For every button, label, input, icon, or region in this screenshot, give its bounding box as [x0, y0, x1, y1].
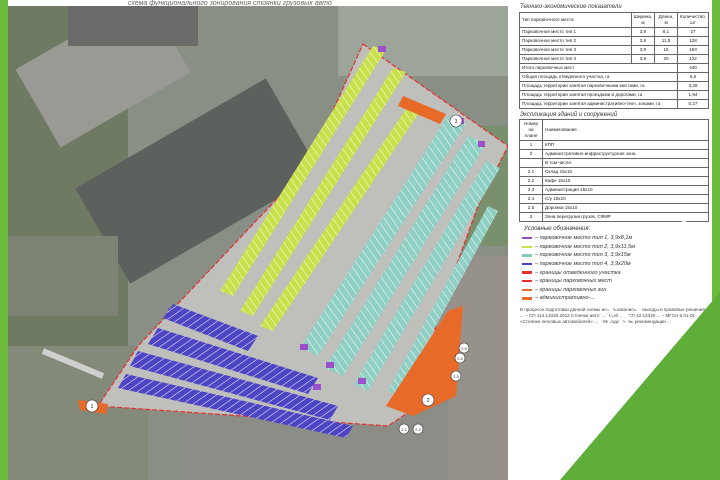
tep-header-length: Длина, м	[654, 12, 679, 28]
table-cell: 20	[654, 54, 679, 64]
table-row: В том числе:	[519, 158, 709, 168]
marker-2-5: 2.5	[461, 346, 467, 351]
table-cell: Дорожка 15х10	[542, 203, 709, 213]
table-cell: 2	[519, 149, 543, 159]
summary-row: Итого парковочных мест 440	[518, 63, 709, 73]
tep-table: Тип парковочного места Ширина, м Длина, …	[518, 12, 709, 109]
summary-label: Площадь территории занятая административ…	[518, 99, 679, 109]
legend-swatch	[522, 280, 532, 283]
tep-header-type: Тип парковочного места	[519, 12, 632, 28]
table-cell: Администрация 15х10	[542, 185, 709, 195]
table-row: Парковочное место тип 1 3,9 8,1 27	[519, 27, 709, 37]
table-cell: 2.4	[519, 194, 543, 204]
summary-value: 440	[677, 63, 709, 73]
table-cell: КПП	[542, 140, 709, 150]
legend-item: – парковочное место тип 3, 3,9х15м	[516, 251, 712, 260]
summary-row: Площадь территории занятая парковочными …	[518, 81, 709, 91]
legend-label: – границы отведенного участка	[535, 269, 621, 276]
summary-row: Общая площадь отведенного участка, га 5,5	[518, 72, 709, 82]
marker-2-2: 2.2	[415, 427, 421, 432]
legend-swatch	[522, 262, 532, 266]
marker-2-3: 2.3	[453, 374, 459, 379]
table-cell: Парковочное место тип 3	[519, 45, 632, 55]
tep-header-width: Ширина, м	[630, 12, 656, 28]
buildings-table: Номер на плане Наименование 1 КПП 2 Админис…	[519, 119, 709, 222]
summary-value: 3,29	[677, 81, 709, 91]
table-row: 2.3 Администрация 15х10	[519, 185, 709, 195]
table-row: 2 Административно-инфраструктурная зона	[519, 149, 709, 159]
site-plan-svg: 3 1 2 2.1 2.2 2.3 2.4 2.5	[8, 6, 508, 480]
table-cell: Парковочное место тип 2	[519, 36, 632, 46]
buildings-header-num: Номер на плане	[519, 119, 543, 141]
legend-label: – парковочное место тип 3, 3,9х15м	[535, 252, 631, 259]
summary-value: 0,27	[677, 99, 709, 109]
legend-label: – границы парковочных мест	[535, 278, 612, 285]
summary-label: Площадь территории занятая парковочными …	[518, 81, 679, 91]
table-cell: 163	[677, 45, 709, 55]
table-cell: 122	[677, 54, 709, 64]
table-cell: Административно-инфраструктурная зона	[542, 149, 709, 159]
table-cell: 2.2	[519, 176, 543, 186]
table-row: Парковочное место тип 4 3,9 20 122	[519, 54, 709, 64]
legend-item: – парковочное место тип 4, 3,9х20м	[516, 260, 712, 269]
table-row: 2.1 Склад 15х10	[519, 167, 709, 177]
table-cell: Склад 15х10	[542, 167, 709, 177]
legend-item: – границы отведенного участка	[516, 268, 712, 277]
legend-label: – парковочное место тип 4, 3,9х20м	[535, 261, 631, 268]
marker-2-4: 2.4	[457, 356, 463, 361]
legend-swatch	[522, 254, 532, 257]
buildings-title: Экспликация зданий и сооружений	[520, 112, 618, 118]
table-row: 2.2 Кафе 15х10	[519, 176, 709, 186]
legend-item: – границы парковочных мест	[516, 277, 712, 286]
table-row: 1 КПП	[519, 140, 709, 150]
legend-swatch	[522, 237, 532, 240]
table-cell: 128	[677, 36, 709, 46]
table-row: Парковочное место тип 2 3,9 11,5 128	[519, 36, 709, 46]
table-cell: Парковочное место тип 4	[519, 54, 632, 64]
table-cell: В том числе:	[542, 158, 709, 168]
tep-header-count: Количество, шт	[677, 12, 709, 28]
table-cell	[519, 158, 543, 168]
table-row: 2.5 Дорожка 15х10	[519, 203, 709, 213]
table-cell: 3,9	[630, 36, 656, 46]
legend-swatch	[522, 288, 532, 292]
table-cell: 1	[519, 140, 543, 150]
legend-swatch	[522, 245, 532, 249]
site-plan-map[interactable]: 3 1 2 2.1 2.2 2.3 2.4 2.5	[8, 6, 508, 480]
summary-value: 5,5	[677, 72, 709, 82]
table-cell: 8,1	[654, 27, 679, 37]
buildings-header-name: Наименование	[542, 119, 709, 141]
legend-label: – парковочное место тип 2, 3,9х11,5м	[535, 243, 635, 250]
summary-row: Площадь территории занятая административ…	[518, 99, 709, 109]
marker-2: 2	[427, 398, 430, 404]
marker-3: 3	[455, 119, 458, 125]
table-cell: 3	[519, 212, 543, 222]
summary-row: Площадь территории занятая проездами и д…	[518, 90, 709, 100]
tep-title: Технико-экономические показатели	[520, 4, 622, 10]
table-cell: 3,9	[630, 54, 656, 64]
table-cell: С/у 15х10	[542, 194, 709, 204]
table-cell: Парковочное место тип 1	[519, 27, 632, 37]
marker-2-1: 2.1	[401, 427, 407, 432]
summary-label: Площадь территории занятая проездами и д…	[518, 90, 679, 100]
table-cell: 2.5	[519, 203, 543, 213]
table-cell: Кафе 15х10	[542, 176, 709, 186]
summary-value: 1,94	[677, 90, 709, 100]
table-row: 2.4 С/у 15х10	[519, 194, 709, 204]
marker-1: 1	[91, 404, 94, 410]
legend-swatch	[522, 271, 532, 274]
table-row: Парковочное место тип 3 3,9 15 163	[519, 45, 709, 55]
legend-label: – парковочное место тип 1, 3,9х8,1м	[535, 235, 633, 242]
table-cell: 2.3	[519, 185, 543, 195]
table-cell: 3,9	[630, 27, 656, 37]
table-cell: 15	[654, 45, 679, 55]
summary-label: Итого парковочных мест	[518, 63, 679, 73]
table-cell: 2.1	[519, 167, 543, 177]
table-cell: 3,9	[630, 45, 656, 55]
table-cell: 27	[677, 27, 709, 37]
table-cell: 11,5	[654, 36, 679, 46]
summary-label: Общая площадь отведенного участка, га	[518, 72, 679, 82]
